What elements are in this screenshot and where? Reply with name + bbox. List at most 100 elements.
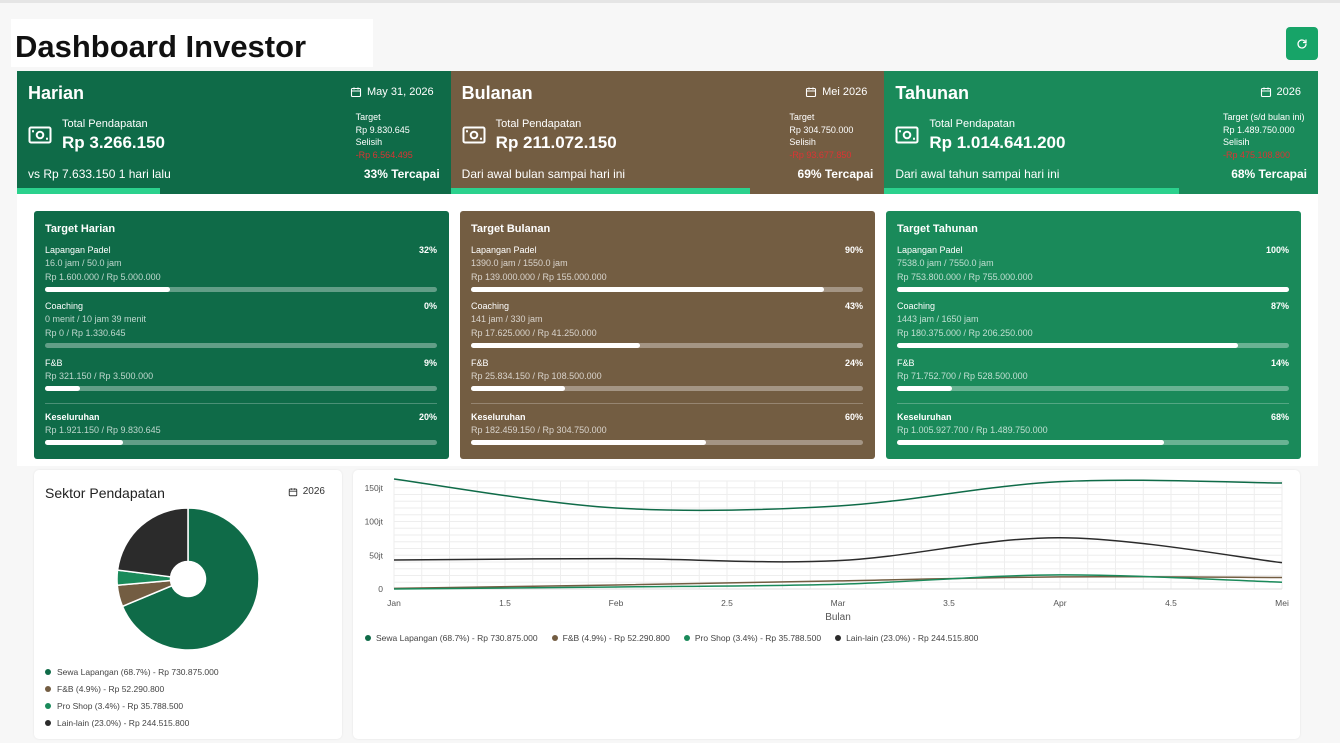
sector-card: Sektor Pendapatan 2026 Sewa Lapangan (68… (34, 470, 342, 739)
target-card-title: Target Tahunan (897, 223, 978, 235)
target-sub-amount: Rp 321.150 / Rp 3.500.000 (45, 371, 154, 381)
x-tick-label: 4.5 (1165, 598, 1177, 608)
target-progress-track (897, 343, 1289, 348)
target-item: Lapangan Padel 100% 7538.0 jam / 7550.0 j… (897, 245, 1289, 292)
target-item-label: Keseluruhan (897, 412, 952, 422)
target-item: Coaching 87% 1443 jam / 1650 jam Rp 180.37… (897, 301, 1289, 348)
total-value: Rp 1.014.641.200 (929, 133, 1066, 152)
summary-footer: Dari awal tahun sampai hari ini (895, 167, 1060, 181)
x-tick-label: 2.5 (721, 598, 733, 608)
pie-legend-item[interactable]: Pro Shop (3.4%) - Rp 35.788.500 (45, 697, 219, 714)
summary-date[interactable]: May 31, 2026 (350, 86, 434, 98)
total-label: Total Pendapatan (495, 118, 582, 130)
sector-pie-chart (116, 507, 260, 651)
legend-text: F&B (4.9%) - Rp 52.290.800 (57, 683, 165, 694)
x-tick-label: Apr (1053, 598, 1066, 608)
target-item-pct: 20% (418, 412, 437, 422)
money-icon-wrap (462, 126, 486, 149)
target-progress-fill (471, 343, 640, 348)
x-tick-label: Feb (609, 598, 624, 608)
target-item: Keseluruhan 20% Rp 1.921.150 / Rp 9.830.6… (45, 412, 437, 445)
target-progress-track (45, 386, 437, 391)
target-sub-amount: Rp 1.921.150 / Rp 9.830.645 (45, 425, 161, 435)
target-progress-track (45, 343, 437, 348)
summary-card-bulanan: Bulanan Mei 2026 Total Pendapatan Rp 211… (450, 71, 885, 194)
total-value: Rp 3.266.150 (62, 133, 166, 152)
target-sub-amount: Rp 17.625.000 / Rp 41.250.000 (471, 328, 597, 338)
summary-pct: 68% Tercapai (1231, 167, 1308, 181)
x-axis-title: Bulan (825, 612, 851, 623)
money-icon (895, 126, 919, 144)
total-value: Rp 211.072.150 (495, 133, 617, 152)
y-tick-label: 50jt (369, 550, 383, 560)
line-legend-item[interactable]: Lain-lain (23.0%) - Rp 244.515.800 (835, 633, 978, 643)
line-legend-item[interactable]: Pro Shop (3.4%) - Rp 35.788.500 (683, 633, 822, 643)
target-sub-hours: 0 menit / 10 jam 39 menit (45, 314, 147, 324)
summary-date-label: Mei 2026 (822, 86, 868, 98)
target-item-label: F&B (897, 358, 915, 368)
legend-dot (45, 702, 51, 709)
target-item-label: Keseluruhan (471, 412, 526, 422)
target-progress-track (897, 440, 1289, 445)
target-block: Target (s/d bulan ini) Rp 1.489.750.000 … (1223, 111, 1307, 161)
target-divider (897, 403, 1289, 404)
refresh-button[interactable] (1286, 27, 1318, 60)
target-item-sub: Rp 1.005.927.700 / Rp 1.489.750.000 (897, 423, 1289, 437)
target-label: Target (789, 112, 815, 122)
legend-text: Sewa Lapangan (68.7%) - Rp 730.875.000 (376, 633, 538, 643)
target-progress-track (471, 287, 863, 292)
target-progress-track (45, 440, 437, 445)
calendar-icon (350, 87, 362, 98)
legend-text: Pro Shop (3.4%) - Rp 35.788.500 (694, 633, 822, 643)
target-item-sub: Rp 1.921.150 / Rp 9.830.645 (45, 423, 437, 437)
legend-text: Pro Shop (3.4%) - Rp 35.788.500 (57, 700, 184, 711)
target-item-sub: 16.0 jam / 50.0 jam Rp 1.600.000 / Rp 5.0… (45, 256, 437, 284)
legend-dot (683, 635, 690, 641)
line-legend-item[interactable]: F&B (4.9%) - Rp 52.290.800 (551, 633, 670, 643)
target-item-sub: Rp 321.150 / Rp 3.500.000 (45, 369, 437, 383)
calendar-icon (806, 87, 817, 98)
target-sub-amount: Rp 0 / Rp 1.330.645 (45, 328, 126, 338)
target-progress-fill (897, 440, 1164, 445)
summary-card-harian: Harian May 31, 2026 Total Pendapatan Rp … (17, 71, 451, 194)
summary-date-label: 2026 (1276, 86, 1302, 98)
target-progress-fill (45, 386, 81, 391)
target-item: Coaching 0% 0 menit / 10 jam 39 menit Rp 0… (45, 301, 437, 348)
summary-date[interactable]: 2026 (1260, 86, 1301, 98)
target-item-pct: 60% (844, 412, 863, 422)
legend-text: Lain-lain (23.0%) - Rp 244.515.800 (846, 633, 979, 643)
target-sub-amount: Rp 1.005.927.700 / Rp 1.489.750.000 (897, 425, 1048, 435)
target-block: Target Rp 304.750.000 Selisih -Rp 93.677… (789, 111, 873, 161)
sector-year[interactable]: 2026 (288, 486, 325, 497)
pie-legend-item[interactable]: F&B (4.9%) - Rp 52.290.800 (45, 680, 219, 697)
pie-legend-item[interactable]: Lain-lain (23.0%) - Rp 244.515.800 (45, 714, 219, 731)
pie-slice-lain-lain[interactable] (116, 507, 189, 578)
target-item-label: Lapangan Padel (471, 245, 537, 255)
target-card-1: Target Bulanan Lapangan Padel 90% 1390.0 … (460, 211, 875, 459)
summary-title: Harian (28, 83, 85, 103)
target-item-label: Coaching (45, 301, 84, 311)
y-tick-label: 0 (378, 584, 383, 594)
target-card-title: Target Harian (45, 223, 116, 235)
target-item-label: Lapangan Padel (45, 245, 111, 255)
legend-text: Sewa Lapangan (68.7%) - Rp 730.875.000 (57, 666, 219, 677)
y-tick-label: 150jt (365, 483, 384, 493)
target-sub-amount: Rp 71.752.700 / Rp 528.500.000 (897, 371, 1028, 381)
pie-legend-item[interactable]: Sewa Lapangan (68.7%) - Rp 730.875.000 (45, 663, 219, 680)
diff-value: -Rp 93.677.850 (789, 149, 852, 160)
target-sub-amount: Rp 25.834.150 / Rp 108.500.000 (471, 371, 602, 381)
target-item-sub: 1390.0 jam / 1550.0 jam Rp 139.000.000 / … (471, 256, 863, 284)
calendar-icon (288, 487, 297, 496)
target-item-label: Coaching (471, 301, 510, 311)
summary-pct: 69% Tercapai (797, 167, 874, 181)
summary-date[interactable]: Mei 2026 (805, 86, 867, 98)
line-legend-item[interactable]: Sewa Lapangan (68.7%) - Rp 730.875.000 (365, 633, 538, 643)
target-item-label: F&B (471, 358, 489, 368)
target-sub-amount: Rp 139.000.000 / Rp 155.000.000 (471, 272, 607, 282)
target-item: Lapangan Padel 90% 1390.0 jam / 1550.0 ja… (471, 245, 863, 292)
target-card-title: Target Bulanan (471, 223, 551, 235)
summary-row: Harian May 31, 2026 Total Pendapatan Rp … (17, 71, 1319, 194)
target-sub-hours: 16.0 jam / 50.0 jam (45, 258, 122, 268)
target-progress-track (471, 386, 863, 391)
target-progress-fill (45, 440, 124, 445)
